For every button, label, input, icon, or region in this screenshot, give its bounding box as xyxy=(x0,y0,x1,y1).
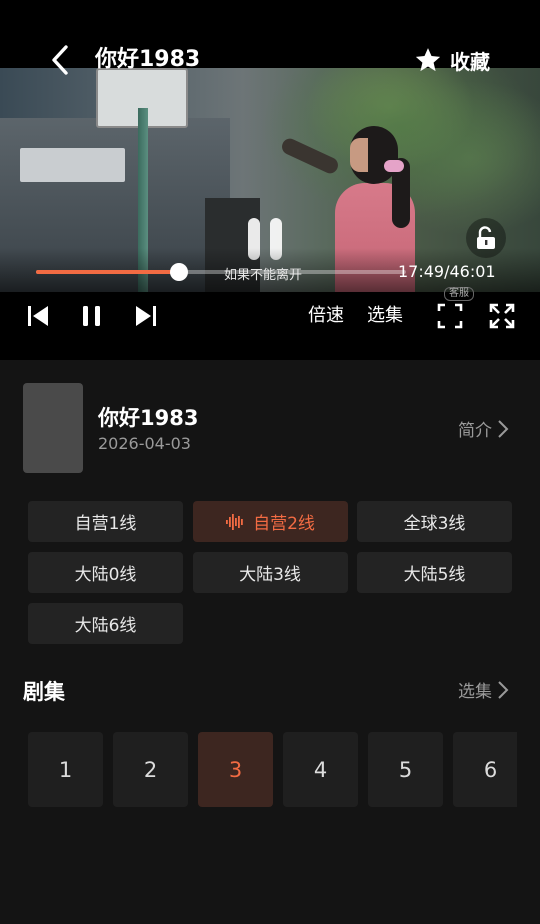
chevron-right-icon xyxy=(498,680,509,699)
episodes-section-title: 剧集 xyxy=(23,680,65,704)
line-option-label: 大陆5线 xyxy=(403,565,466,585)
line-option-label: 大陆3线 xyxy=(239,565,301,585)
line-option[interactable]: 自营2线 xyxy=(192,501,348,542)
star-icon xyxy=(415,48,441,72)
episode-select-button[interactable]: 选集 xyxy=(367,302,403,330)
intro-button[interactable]: 简介 xyxy=(458,416,510,441)
back-icon[interactable] xyxy=(44,44,76,76)
show-poster[interactable] xyxy=(23,383,83,473)
favorite-button[interactable]: 收藏 xyxy=(414,44,490,76)
line-option-label: 大陆0线 xyxy=(74,565,137,585)
line-option[interactable]: 大陆0线 xyxy=(28,552,183,593)
show-date: 2026-04-03 xyxy=(98,434,191,453)
episode-item[interactable]: 4 xyxy=(283,732,358,807)
chevron-right-icon xyxy=(498,419,509,438)
video-player[interactable]: 如果不能离开 17:49/46:01 你好1983 收藏 客服 倍速 选集 xyxy=(0,0,540,360)
line-option[interactable]: 大陆3线 xyxy=(192,552,348,593)
episodes-select-label: 选集 xyxy=(458,682,492,702)
time-display: 17:49/46:01 xyxy=(398,262,496,281)
favorite-label: 收藏 xyxy=(450,49,490,74)
intro-label: 简介 xyxy=(458,421,492,441)
top-bar: 你好1983 收藏 xyxy=(0,36,540,84)
line-option[interactable]: 全球3线 xyxy=(357,501,512,542)
progress-handle[interactable] xyxy=(170,263,188,281)
line-option-label: 大陆6线 xyxy=(74,616,137,636)
subtitle-text: 如果不能离开 xyxy=(224,268,303,283)
progress-track[interactable] xyxy=(36,263,406,281)
scene-hair-bow xyxy=(384,160,404,172)
line-option[interactable]: 大陆5线 xyxy=(357,552,512,593)
speed-button[interactable]: 倍速 xyxy=(308,302,344,330)
line-option-label: 自营2线 xyxy=(253,514,315,534)
previous-icon[interactable] xyxy=(24,302,52,330)
episode-list: 123456 xyxy=(28,732,517,807)
episode-item[interactable]: 2 xyxy=(113,732,188,807)
episode-item[interactable]: 5 xyxy=(368,732,443,807)
line-option-label: 全球3线 xyxy=(403,514,466,534)
expand-icon[interactable] xyxy=(488,302,516,330)
show-title: 你好1983 xyxy=(98,406,199,430)
pause-icon[interactable] xyxy=(78,302,106,330)
episode-item[interactable]: 6 xyxy=(453,732,517,807)
episode-item[interactable]: 1 xyxy=(28,732,103,807)
progress-fill xyxy=(36,270,179,274)
line-option-label: 自营1线 xyxy=(74,514,137,534)
scene-person-face xyxy=(350,138,368,172)
episodes-select-button[interactable]: 选集 xyxy=(458,677,510,702)
video-frame[interactable]: 如果不能离开 17:49/46:01 xyxy=(0,68,540,292)
player-controls: 倍速 选集 xyxy=(0,296,540,336)
page-title: 你好1983 xyxy=(95,47,201,72)
line-option[interactable]: 大陆6线 xyxy=(28,603,183,644)
line-option[interactable]: 自营1线 xyxy=(28,501,183,542)
sound-wave-icon xyxy=(226,513,243,530)
progress-area: 如果不能离开 17:49/46:01 xyxy=(0,248,540,292)
fullscreen-frame-icon[interactable] xyxy=(436,302,464,330)
episode-item[interactable]: 3 xyxy=(198,732,273,807)
scene-sign xyxy=(20,148,125,182)
next-icon[interactable] xyxy=(132,302,160,330)
